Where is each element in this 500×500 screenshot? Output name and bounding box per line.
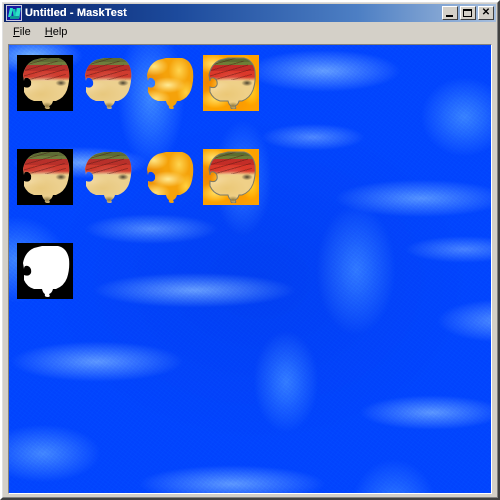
puzzle-piece-shape (82, 57, 132, 109)
window-controls: ✕ (442, 6, 494, 20)
application-window: Untitled - MaskTest ✕ File Help (0, 0, 500, 500)
sprite-row2-piece-over-orange[interactable] (203, 149, 259, 205)
sprite-row1-piece-orange-mask[interactable] (141, 55, 197, 111)
menu-help-rest: elp (52, 26, 68, 38)
orange-plasma-artwork (144, 151, 194, 203)
minimize-button[interactable] (442, 6, 458, 20)
menu-bar: File Help (4, 23, 496, 41)
sprite-row2-piece-transparent[interactable] (79, 149, 135, 205)
sprite-row3-mask-white-on-black[interactable] (17, 243, 73, 299)
minimize-icon (446, 15, 453, 17)
puzzle-piece-shape (20, 245, 70, 297)
water-background (9, 45, 491, 493)
menu-item-file[interactable]: File (6, 24, 38, 40)
title-bar[interactable]: Untitled - MaskTest ✕ (4, 4, 496, 22)
client-area[interactable] (8, 44, 492, 494)
burger-artwork (82, 151, 132, 203)
puzzle-piece-shape (20, 151, 70, 203)
window-title: Untitled - MaskTest (25, 7, 127, 19)
close-button[interactable]: ✕ (478, 6, 494, 20)
puzzle-piece-shape (20, 57, 70, 109)
sprite-row1-piece-over-orange[interactable] (203, 55, 259, 111)
menu-item-help[interactable]: Help (38, 24, 75, 40)
puzzle-piece-shape (206, 57, 256, 109)
maximize-icon (463, 9, 472, 17)
sprite-row1-piece-on-black[interactable] (17, 55, 73, 111)
menu-file-rest: ile (19, 26, 31, 38)
burger-artwork (82, 57, 132, 109)
burger-artwork (206, 57, 256, 109)
maximize-button[interactable] (460, 6, 476, 20)
burger-artwork (206, 151, 256, 203)
sprite-row2-piece-on-black[interactable] (17, 149, 73, 205)
menu-help-accel: H (44, 26, 53, 38)
orange-plasma-artwork (144, 57, 194, 109)
sprite-row1-piece-transparent[interactable] (79, 55, 135, 111)
puzzle-piece-shape (144, 57, 194, 109)
puzzle-piece-shape (144, 151, 194, 203)
burger-artwork (20, 151, 70, 203)
white-mask-artwork (20, 245, 70, 297)
menu-file-accel: F (13, 26, 20, 38)
sprite-row2-piece-orange-mask[interactable] (141, 149, 197, 205)
close-icon: ✕ (481, 7, 491, 18)
app-icon (6, 5, 22, 21)
canvas-surface[interactable] (9, 45, 491, 493)
burger-artwork (20, 57, 70, 109)
puzzle-piece-shape (82, 151, 132, 203)
puzzle-piece-shape (206, 151, 256, 203)
